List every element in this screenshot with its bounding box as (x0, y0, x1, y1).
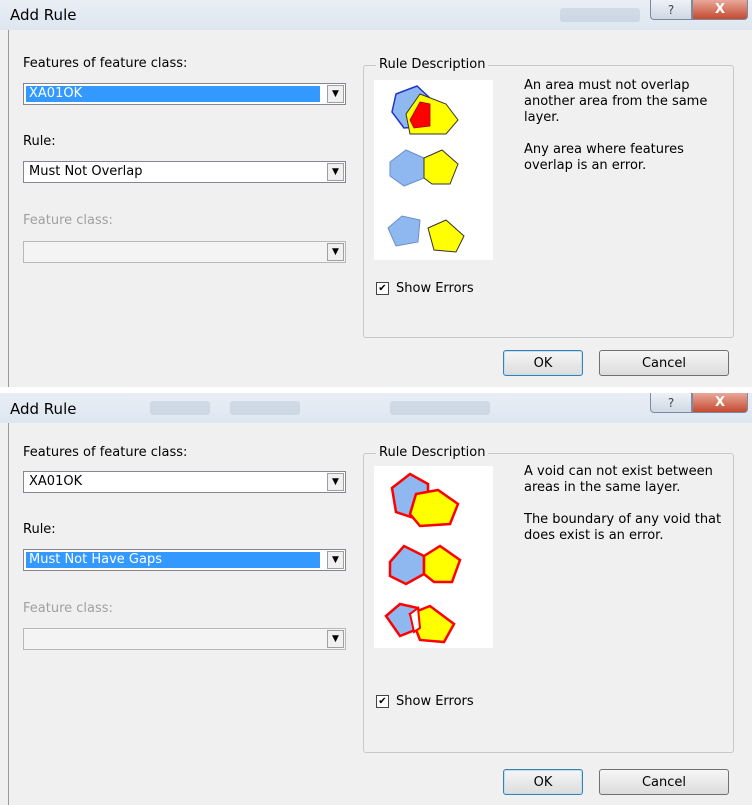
features-label: Features of feature class: (23, 445, 188, 460)
rule-description-text: A void can not exist between areas in th… (524, 464, 729, 560)
feature-class-combobox[interactable]: ▼ (23, 241, 346, 263)
show-errors-checkbox[interactable]: ✔ Show Errors (376, 281, 474, 296)
description-line: Any area where features overlap is an er… (524, 142, 684, 173)
rule-illustration (374, 80, 493, 260)
background-glow (230, 401, 300, 415)
rule-description-legend: Rule Description (376, 445, 489, 460)
rule-label: Rule: (23, 134, 56, 149)
checkmark-icon[interactable]: ✔ (376, 695, 389, 708)
rule-value: Must Not Have Gaps (26, 552, 320, 568)
chevron-down-icon[interactable]: ▼ (327, 630, 344, 648)
chevron-down-icon[interactable]: ▼ (327, 473, 344, 491)
close-button[interactable]: X (692, 393, 748, 413)
rule-combobox[interactable]: Must Not Overlap ▼ (23, 161, 346, 183)
rule-description-group: Rule Description An area must not overla… (363, 57, 734, 338)
dialog-body: Features of feature class: XA01OK ▼ Rule… (8, 30, 745, 387)
chevron-down-icon[interactable]: ▼ (327, 243, 344, 261)
overlap-diagram-icon (387, 85, 465, 253)
rule-combobox[interactable]: Must Not Have Gaps ▼ (23, 549, 346, 571)
close-button[interactable]: X (692, 0, 748, 20)
description-line: An area must not overlap another area fr… (524, 78, 708, 125)
ok-label: OK (533, 355, 553, 371)
background-glow (390, 401, 490, 415)
help-button[interactable]: ? (650, 0, 692, 20)
rule-description-legend: Rule Description (376, 57, 489, 72)
features-label: Features of feature class: (23, 56, 188, 71)
cancel-button[interactable]: Cancel (599, 350, 729, 376)
help-button[interactable]: ? (650, 393, 692, 413)
features-value: XA01OK (26, 86, 320, 102)
feature-class-value (26, 631, 32, 647)
show-errors-label: Show Errors (396, 694, 474, 709)
cancel-button[interactable]: Cancel (599, 769, 729, 795)
rule-value: Must Not Overlap (29, 164, 143, 179)
background-glow (150, 401, 210, 415)
ok-button[interactable]: OK (503, 769, 583, 795)
description-line: The boundary of any void that does exist… (524, 512, 722, 543)
feature-class-label: Feature class: (23, 601, 113, 616)
chevron-down-icon[interactable]: ▼ (327, 163, 344, 181)
title-bar: Add Rule ? X (0, 0, 752, 30)
cancel-label: Cancel (641, 774, 687, 790)
checkmark-icon[interactable]: ✔ (376, 282, 389, 295)
show-errors-checkbox[interactable]: ✔ Show Errors (376, 694, 474, 709)
rule-label: Rule: (23, 522, 56, 537)
show-errors-label: Show Errors (396, 281, 474, 296)
dialog-body: Features of feature class: XA01OK ▼ Rule… (8, 423, 745, 805)
help-icon: ? (667, 395, 675, 410)
close-icon: X (714, 2, 726, 17)
cancel-label: Cancel (641, 355, 687, 371)
add-rule-dialog-gaps: Add Rule ? X Features of feature class: … (0, 393, 752, 805)
feature-class-combobox[interactable]: ▼ (23, 628, 346, 650)
gaps-diagram-icon (384, 472, 462, 644)
rule-description-group: Rule Description A void can not exist be… (363, 445, 734, 753)
features-combobox[interactable]: XA01OK ▼ (23, 83, 346, 105)
features-value: XA01OK (29, 474, 83, 489)
feature-class-label: Feature class: (23, 213, 113, 228)
rule-illustration (374, 466, 493, 648)
description-line: A void can not exist between areas in th… (524, 464, 713, 495)
chevron-down-icon[interactable]: ▼ (327, 551, 344, 569)
ok-label: OK (533, 774, 553, 790)
add-rule-dialog-overlap: Add Rule ? X Features of feature class: … (0, 0, 752, 387)
chevron-down-icon[interactable]: ▼ (327, 85, 344, 103)
close-icon: X (714, 395, 726, 410)
background-glow (560, 8, 640, 22)
window-title: Add Rule (10, 400, 77, 418)
window-title: Add Rule (10, 6, 77, 24)
feature-class-value (26, 244, 32, 260)
rule-description-text: An area must not overlap another area fr… (524, 78, 729, 190)
ok-button[interactable]: OK (503, 350, 583, 376)
title-bar: Add Rule ? X (0, 393, 752, 423)
features-combobox[interactable]: XA01OK ▼ (23, 471, 346, 493)
help-icon: ? (667, 2, 675, 17)
